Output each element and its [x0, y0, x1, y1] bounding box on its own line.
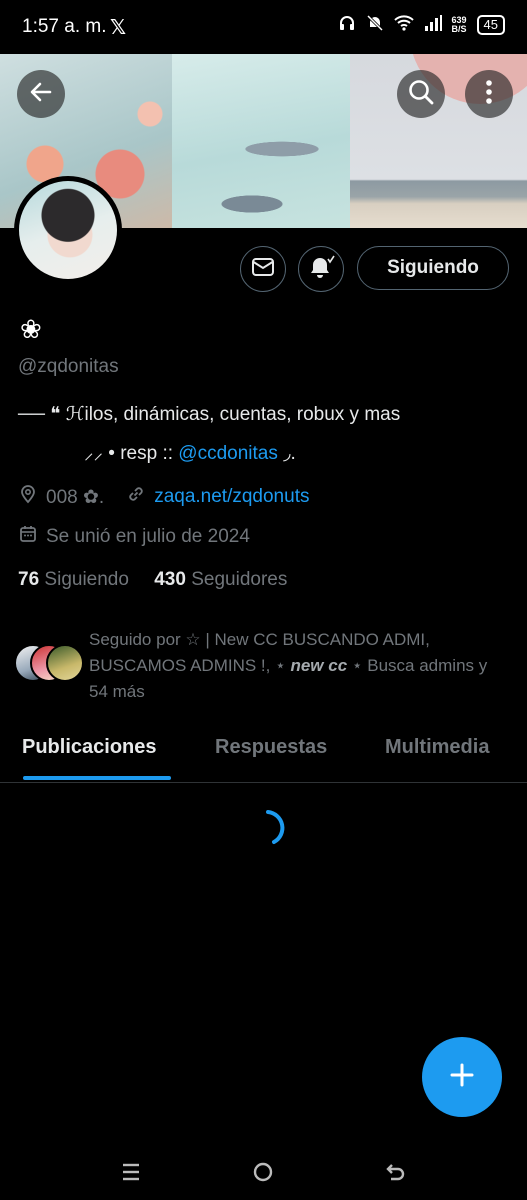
- message-button[interactable]: [240, 246, 286, 292]
- more-vertical-icon: [485, 79, 493, 110]
- compose-post-button[interactable]: [422, 1037, 502, 1117]
- status-bar: 1:57 a. m. 𝕏 639 B/S 45: [0, 0, 527, 54]
- followers-count-link[interactable]: 430 Seguidores: [154, 569, 287, 590]
- avatar[interactable]: [14, 176, 122, 284]
- banner-image-dolphins: [172, 54, 350, 228]
- home-button[interactable]: [245, 1154, 281, 1190]
- following-count-link[interactable]: 76 Siguiendo: [18, 569, 129, 590]
- follower-avatar: [46, 644, 84, 682]
- system-nav-bar: [0, 1140, 527, 1200]
- follow-counts: 76 Siguiendo 430 Seguidores: [18, 569, 287, 591]
- tab-posts[interactable]: Publicaciones: [22, 736, 157, 759]
- display-name: ❀: [20, 314, 42, 344]
- avatar-image: [19, 181, 117, 279]
- notification-bell-icon: [307, 254, 335, 285]
- mute-bell-icon: [366, 14, 384, 35]
- joined-row: Se unió en julio de 2024: [18, 524, 250, 550]
- followed-by-text: Seguido por ☆ | New CC BUSCANDO ADMI, BU…: [89, 630, 488, 701]
- bio-mention-link[interactable]: @ccdonitas: [178, 443, 278, 464]
- recent-apps-button[interactable]: [113, 1154, 149, 1190]
- tab-media[interactable]: Multimedia: [385, 736, 489, 759]
- plus-icon: [449, 1062, 475, 1093]
- notifications-button[interactable]: [298, 246, 344, 292]
- location-icon: [18, 484, 38, 510]
- wifi-icon: [393, 15, 414, 34]
- calendar-icon: [18, 524, 38, 550]
- link-icon: [126, 484, 146, 510]
- status-time: 1:57 a. m.: [22, 16, 107, 37]
- mail-icon: [251, 257, 275, 282]
- more-options-button[interactable]: [465, 70, 513, 118]
- loading-spinner-icon: [248, 808, 288, 848]
- x-logo-icon: 𝕏: [110, 17, 127, 39]
- back-nav-button[interactable]: [378, 1154, 414, 1190]
- location-row: 008 ✿. zaqa.net/zqdonuts: [18, 484, 309, 510]
- location-text: 008 ✿.: [46, 486, 105, 508]
- bio-line-2-prefix: ⸝⸝ • resp ::: [84, 443, 179, 464]
- headphones-icon: [338, 14, 356, 35]
- joined-date: Se unió en julio de 2024: [46, 526, 250, 547]
- net-speed: 639 B/S: [451, 14, 467, 34]
- user-handle: @zqdonitas: [18, 356, 119, 377]
- back-button[interactable]: [17, 70, 65, 118]
- battery-indicator: 45: [476, 14, 505, 35]
- active-tab-indicator: [23, 776, 171, 780]
- tab-replies[interactable]: Respuestas: [215, 736, 327, 759]
- following-button[interactable]: Siguiendo: [357, 246, 509, 290]
- search-icon: [407, 78, 435, 111]
- bio-line-1: ── ❝ ℋilos, dinámicas, cuentas, robux y …: [18, 404, 401, 425]
- signal-icon: [424, 15, 442, 34]
- bio-line-2-suffix: ◞.: [277, 443, 296, 464]
- profile-tabs: Publicaciones Respuestas Multimedia: [0, 722, 527, 783]
- search-button[interactable]: [397, 70, 445, 118]
- back-arrow-icon: [28, 79, 54, 110]
- bio-line-2: ⸝⸝ • resp :: @ccdonitas ◞.: [84, 439, 296, 465]
- followed-by-avatars: [14, 644, 84, 682]
- website-link[interactable]: zaqa.net/zqdonuts: [154, 486, 309, 508]
- status-icons: 639 B/S 45: [338, 14, 505, 35]
